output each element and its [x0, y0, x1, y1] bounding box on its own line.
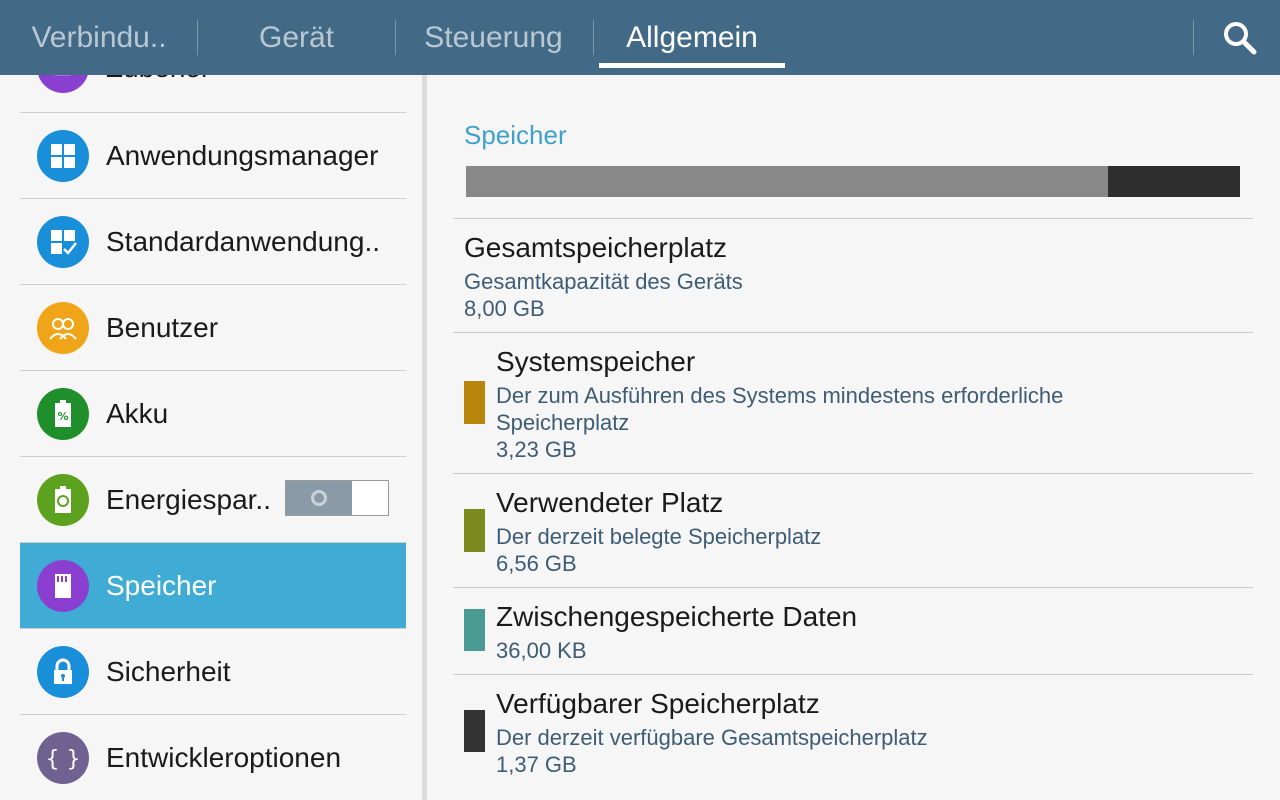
list-item-power-saving[interactable]: Energiespar.. [20, 457, 406, 542]
list-item-application-manager[interactable]: Anwendungsmanager [20, 113, 406, 198]
list-item-label: Akku [106, 397, 169, 429]
row-subtitle: Der derzeit verfügbare Gesamtspeicherpla… [496, 725, 928, 750]
row-subtitle: Der zum Ausführen des Systems mindestens… [496, 383, 1064, 408]
storage-detail-panel: Speicher Gesamtspeicherplatz Gesamtkapaz… [427, 75, 1280, 800]
system-memory-swatch [464, 381, 485, 424]
row-subtitle-2: Speicherplatz [496, 410, 630, 435]
svg-text:{ }: { } [48, 747, 78, 772]
row-title: Verfügbarer Speicherplatz [496, 688, 820, 719]
list-item-label: Anwendungsmanager [106, 139, 379, 171]
tab-label: Verbindu.. [31, 20, 167, 54]
storage-usage-bar [466, 166, 1240, 197]
active-tab-indicator [599, 63, 785, 68]
settings-category-list[interactable]: Zubehör Anwendungsmanager Standardanwend… [0, 75, 422, 800]
storage-section-title: Speicher [464, 120, 567, 150]
row-subtitle: Der derzeit belegte Speicherplatz [496, 524, 822, 549]
list-item-accessories[interactable]: Zubehör [20, 75, 406, 110]
row-title: Zwischengespeicherte Daten [496, 601, 858, 632]
available-space-swatch [464, 710, 485, 752]
row-divider [453, 674, 1253, 675]
battery-icon: % [37, 387, 89, 440]
search-button[interactable] [1205, 0, 1275, 75]
list-item-users[interactable]: Benutzer [20, 285, 406, 370]
power-saving-icon [37, 473, 89, 526]
users-icon [37, 301, 89, 354]
list-item-default-applications[interactable]: Standardanwendung.. [20, 199, 406, 284]
row-divider [453, 473, 1253, 474]
list-item-label: Standardanwendung.. [106, 225, 380, 257]
row-value: 36,00 KB [496, 638, 587, 663]
storage-used-fill [466, 166, 1109, 197]
tab-device[interactable]: Gerät [205, 0, 388, 75]
search-icon [1224, 21, 1257, 54]
list-item-label: Energiespar.. [106, 483, 271, 515]
row-value: 3,23 GB [496, 437, 577, 462]
row-subtitle: Gesamtkapazität des Geräts [464, 269, 743, 294]
list-item-storage[interactable]: Speicher [20, 543, 406, 628]
list-item-label: Entwickleroptionen [106, 741, 342, 773]
row-title: Verwendeter Platz [496, 487, 724, 518]
row-divider [453, 332, 1253, 333]
list-item-developer-options[interactable]: { } Entwickleroptionen [20, 715, 406, 800]
tab-connections[interactable]: Verbindu.. [10, 0, 188, 75]
tab-divider [395, 20, 396, 55]
apps-grid-icon [37, 129, 89, 182]
section-divider [453, 218, 1253, 219]
tab-controls[interactable]: Steuerung [400, 0, 587, 75]
tab-divider [593, 20, 594, 55]
list-item-label: Zubehör [106, 75, 210, 84]
used-space-swatch [464, 509, 485, 552]
svg-text:%: % [57, 410, 68, 423]
tab-divider [197, 20, 198, 55]
list-item-label: Sicherheit [106, 655, 231, 687]
cached-data-swatch [464, 609, 485, 651]
top-tab-bar: Verbindu.. Gerät Steuerung Allgemein [0, 0, 1280, 75]
row-title: Gesamtspeicherplatz [464, 232, 728, 263]
developer-braces-icon: { } [37, 731, 89, 784]
tab-label: Gerät [258, 20, 335, 54]
row-value: 8,00 GB [464, 296, 545, 321]
accessory-icon [37, 75, 89, 93]
row-title: Systemspeicher [496, 346, 696, 377]
storage-icon [37, 559, 89, 612]
list-item-security[interactable]: Sicherheit [20, 629, 406, 714]
row-value: 1,37 GB [496, 752, 577, 777]
toggle-off-indicator [311, 490, 327, 506]
list-item-battery[interactable]: % Akku [20, 371, 406, 456]
row-value: 6,56 GB [496, 551, 577, 576]
lock-icon [37, 645, 89, 698]
tab-label: Steuerung [424, 20, 563, 54]
toggle-knob [286, 481, 352, 515]
power-saving-toggle[interactable] [285, 480, 389, 516]
list-item-label: Benutzer [106, 311, 219, 343]
tab-label: Allgemein [626, 20, 758, 54]
list-item-label: Speicher [106, 569, 217, 601]
default-apps-icon [37, 215, 89, 268]
row-divider [453, 587, 1253, 588]
tab-divider [1193, 20, 1194, 55]
